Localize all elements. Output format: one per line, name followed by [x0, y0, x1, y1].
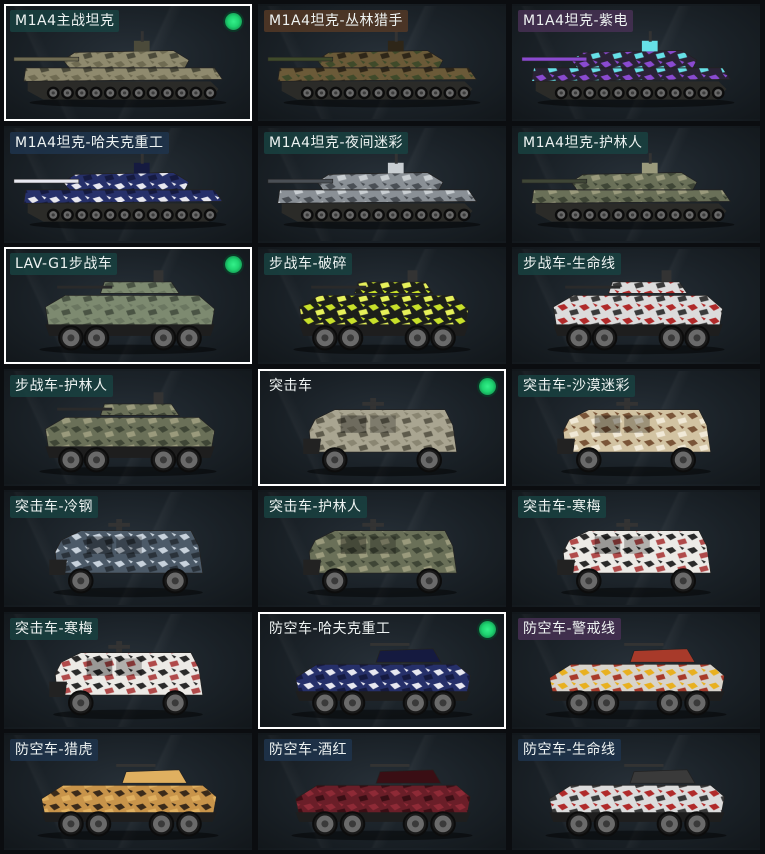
skin-name-label: 突击车-冷钢 [10, 496, 99, 518]
equipped-indicator-icon [479, 377, 496, 395]
skin-name-label: 步战车-破碎 [264, 253, 353, 275]
skin-card[interactable]: 突击车-冷钢 [4, 490, 252, 607]
skin-name-label: M1A4坦克-夜间迷彩 [264, 131, 409, 154]
skin-name-label: 步战车-生命线 [518, 253, 621, 275]
skin-card[interactable]: LAV-G1步战车 [4, 247, 252, 364]
skin-card[interactable]: 突击车-沙漠迷彩 [512, 368, 760, 486]
skin-grid: M1A4主战坦克 M1A4坦克-丛林猎手 M1A4坦克-紫电 M1A4坦克-哈夫… [4, 4, 762, 851]
skin-name-label: 突击车-沙漠迷彩 [518, 374, 636, 397]
skin-name-label: 防空车-生命线 [518, 739, 621, 761]
skin-name-label: M1A4坦克-哈夫克重工 [10, 131, 169, 154]
skin-name-label: 突击车-护林人 [264, 496, 367, 518]
equipped-indicator-icon [225, 256, 242, 273]
skin-name-label: 防空车-哈夫克重工 [269, 620, 391, 637]
skin-card[interactable]: 防空车-生命线 [512, 733, 760, 850]
skin-name-label: 防空车-警戒线 [518, 617, 621, 640]
skin-card[interactable]: 突击车-寒梅 [4, 611, 252, 729]
skin-card[interactable]: M1A4坦克-紫电 [512, 4, 760, 121]
skin-name-label: M1A4坦克-紫电 [518, 10, 634, 32]
equipped-indicator-icon [225, 13, 242, 30]
skin-name-label: 防空车-猎虎 [10, 739, 99, 761]
skin-card[interactable]: M1A4坦克-夜间迷彩 [258, 125, 506, 243]
skin-card[interactable]: M1A4坦克-哈夫克重工 [4, 125, 252, 243]
skin-card[interactable]: 步战车-护林人 [4, 368, 252, 486]
skin-name-label: 突击车-寒梅 [10, 617, 99, 640]
skin-name-label: LAV-G1步战车 [10, 253, 118, 275]
skin-name-label: M1A4坦克-丛林猎手 [264, 10, 409, 32]
skin-card[interactable]: M1A4坦克-护林人 [512, 125, 760, 243]
equipped-indicator-icon [479, 620, 496, 638]
skin-card[interactable]: 突击车 [258, 368, 506, 486]
skin-card[interactable]: M1A4主战坦克 [4, 4, 252, 121]
skin-card[interactable]: 步战车-生命线 [512, 247, 760, 364]
skin-name-label: 突击车-寒梅 [518, 496, 607, 518]
skin-card[interactable]: 防空车-哈夫克重工 [258, 611, 506, 729]
skin-card[interactable]: 步战车-破碎 [258, 247, 506, 364]
skin-card[interactable]: M1A4坦克-丛林猎手 [258, 4, 506, 121]
skin-card[interactable]: 突击车-寒梅 [512, 490, 760, 607]
skin-card[interactable]: 突击车-护林人 [258, 490, 506, 607]
skin-card[interactable]: 防空车-警戒线 [512, 611, 760, 729]
skin-name-label: M1A4主战坦克 [10, 10, 120, 32]
skin-name-label: 步战车-护林人 [10, 374, 113, 397]
skin-name-label: 防空车-酒红 [264, 739, 353, 761]
skin-card[interactable]: 防空车-酒红 [258, 733, 506, 850]
skin-card[interactable]: 防空车-猎虎 [4, 733, 252, 850]
skin-name-label: 突击车 [269, 377, 313, 394]
skin-name-label: M1A4坦克-护林人 [518, 131, 648, 154]
